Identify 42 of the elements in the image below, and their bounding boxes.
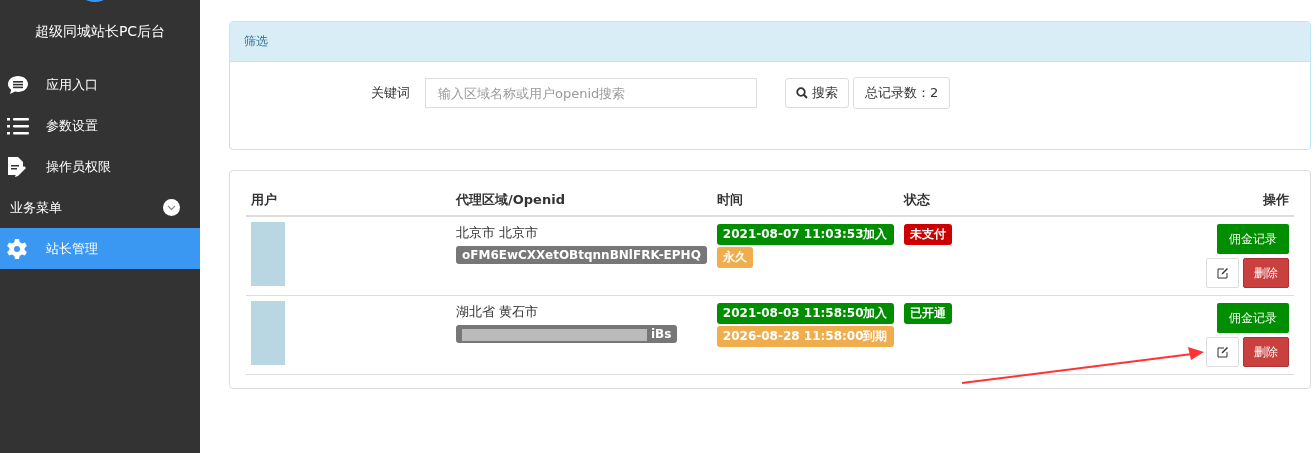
search-field[interactable]: 输入区域名称或用户openid搜索: [425, 78, 757, 108]
avatar-placeholder: [251, 301, 285, 365]
time-badge: 2021-08-07 11:03:53加入: [716, 224, 894, 245]
edit-button[interactable]: [1206, 258, 1239, 288]
region-text: 北京市 北京市: [456, 224, 540, 242]
delete-button[interactable]: 删除: [1243, 337, 1289, 367]
status-badge: 已开通: [903, 303, 952, 324]
gear-icon: [7, 238, 27, 259]
column-header: 用户: [251, 192, 277, 207]
openid-badge: iBs: [456, 325, 678, 343]
time-badge: 2021-08-03 11:58:50加入: [716, 303, 894, 324]
sidebar-item[interactable]: 站长管理: [0, 228, 200, 269]
sidebar-item[interactable]: 参数设置: [0, 105, 200, 146]
delete-button[interactable]: 删除: [1243, 258, 1289, 288]
total-count: 总记录数：2: [853, 77, 951, 109]
region-text: 湖北省 黄石市: [456, 303, 540, 321]
commission-button[interactable]: 佣金记录: [1217, 303, 1289, 333]
app-title: 超级同城站长PC后台: [33, 22, 167, 41]
edit-icon: [1216, 346, 1229, 358]
commission-button[interactable]: 佣金记录: [1217, 224, 1289, 254]
keyword-label: 关键词: [371, 85, 410, 100]
search-icon: [796, 87, 808, 99]
search-button[interactable]: 搜索: [785, 78, 849, 108]
column-header: 时间: [716, 192, 743, 207]
openid-badge: oFM6EwCXXetOBtqnnBNlFRK-EPHQ: [456, 246, 707, 264]
time-badge: 2026-08-28 11:58:00到期: [716, 326, 894, 347]
sidebar-group-label: 业务菜单: [10, 198, 62, 217]
avatar-placeholder: [251, 222, 285, 286]
document-edit-icon: [7, 155, 27, 178]
time-badge: 永久: [716, 247, 753, 268]
chevron-down-icon[interactable]: [163, 199, 180, 216]
column-header: 代理区域/Openid: [456, 192, 565, 207]
column-header: 状态: [903, 192, 930, 207]
chat-bubble-icon: [7, 74, 29, 95]
sidebar-item[interactable]: 操作员权限: [0, 146, 200, 187]
filter-panel-title: 筛选: [230, 22, 1310, 62]
edit-icon: [1216, 267, 1229, 279]
edit-button[interactable]: [1206, 337, 1239, 367]
list-icon: [7, 116, 29, 135]
sidebar-item[interactable]: 应用入口: [0, 64, 200, 105]
status-badge: 未支付: [903, 224, 952, 245]
column-header: 操作: [1263, 192, 1289, 207]
